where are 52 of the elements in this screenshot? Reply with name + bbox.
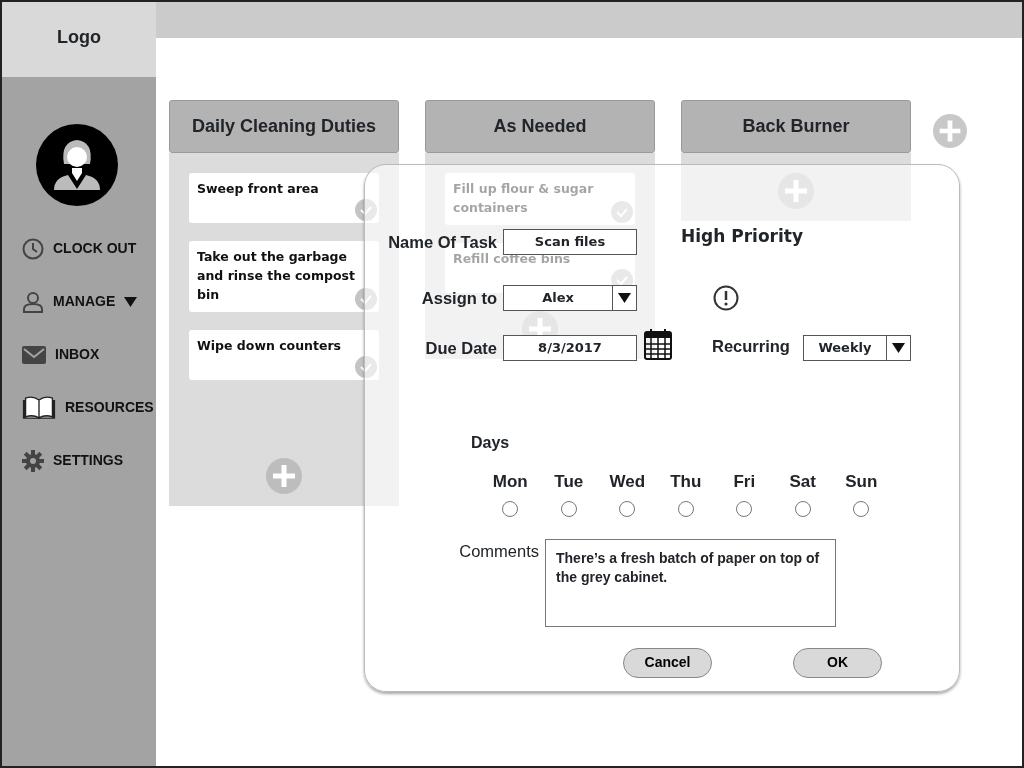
cancel-button[interactable]: Cancel bbox=[623, 647, 712, 678]
comments-field: There’s a fresh batch of paper on top of the grey cabinet. bbox=[545, 538, 836, 627]
radio-button[interactable] bbox=[502, 500, 519, 517]
day-label: Mon bbox=[492, 471, 528, 493]
settings-icon bbox=[22, 449, 44, 472]
input-field[interactable]: Scan files bbox=[503, 229, 637, 255]
column-header: Back Burner bbox=[681, 100, 911, 153]
day-label: Thu bbox=[670, 471, 702, 493]
book-icon bbox=[22, 395, 56, 420]
alert-icon bbox=[713, 285, 739, 311]
radio-button[interactable] bbox=[736, 500, 753, 517]
day-label: Sun bbox=[845, 471, 878, 493]
day-label: Wed bbox=[609, 471, 646, 493]
check-icon bbox=[355, 356, 377, 378]
caret-icon bbox=[891, 343, 905, 353]
clock-icon bbox=[22, 237, 44, 260]
radio-button[interactable] bbox=[677, 500, 694, 517]
sidebar-item[interactable]: MANAGE bbox=[2, 275, 156, 328]
field-label: Comments bbox=[458, 540, 540, 562]
task-card[interactable]: Take out the garbage and rinse the compost bin bbox=[189, 241, 379, 312]
task-card[interactable]: Wipe down counters bbox=[189, 330, 379, 380]
add-icon bbox=[778, 173, 814, 209]
day-label: Fri bbox=[733, 471, 756, 493]
add-icon bbox=[266, 458, 302, 494]
section-label: Days bbox=[471, 433, 511, 453]
task-card[interactable]: Sweep front area bbox=[189, 173, 379, 223]
mail-icon bbox=[22, 345, 46, 364]
user-icon bbox=[22, 290, 44, 313]
field-label: High Priority bbox=[681, 225, 803, 249]
logo: Logo bbox=[57, 26, 101, 49]
calendar-icon bbox=[644, 328, 672, 360]
add-column-icon bbox=[933, 114, 967, 148]
radio-button[interactable] bbox=[853, 500, 870, 517]
check-icon bbox=[355, 288, 377, 310]
ok-button[interactable]: OK bbox=[793, 647, 882, 678]
field-label: Recurring bbox=[712, 335, 791, 357]
day-label: Sat bbox=[789, 471, 816, 493]
sidebar-item[interactable]: INBOX bbox=[2, 328, 156, 381]
check-icon bbox=[355, 199, 377, 221]
column-header: Daily Cleaning Duties bbox=[169, 100, 399, 153]
day-label: Tue bbox=[554, 471, 584, 493]
dropdown-field[interactable]: Weekly bbox=[802, 335, 911, 361]
sidebar-item[interactable]: SETTINGS bbox=[2, 434, 156, 487]
field-label: Due Date bbox=[424, 337, 498, 359]
date-field[interactable]: 8/3/2017 bbox=[503, 335, 637, 361]
sidebar-item[interactable]: CLOCK OUT bbox=[2, 222, 156, 275]
radio-button[interactable] bbox=[794, 500, 811, 517]
radio-button[interactable] bbox=[619, 500, 636, 517]
sidebar-item[interactable]: RESOURCES bbox=[2, 381, 156, 434]
column-header: As Needed bbox=[425, 100, 655, 153]
dropdown-field[interactable]: Alex bbox=[503, 285, 637, 311]
radio-button[interactable] bbox=[560, 500, 577, 517]
